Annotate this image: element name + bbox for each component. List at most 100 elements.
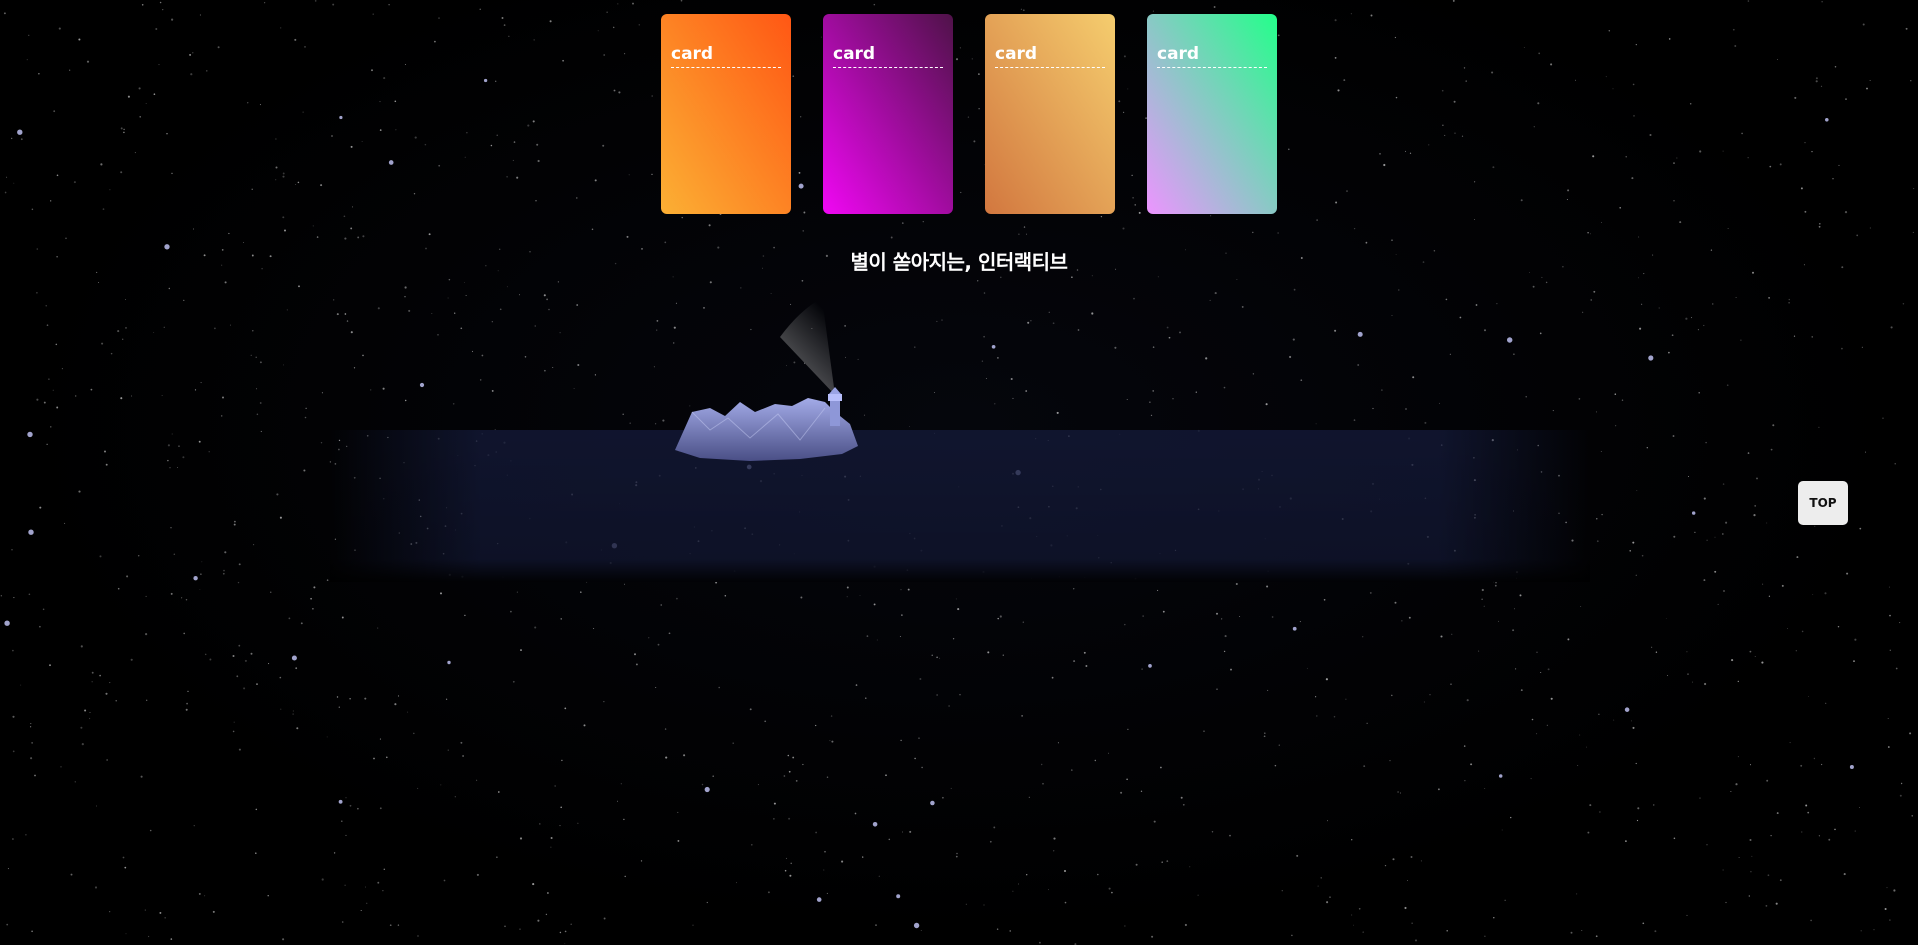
star	[36, 291, 38, 294]
star	[233, 721, 235, 723]
star	[547, 892, 549, 894]
star	[1334, 56, 1337, 59]
star	[1501, 829, 1503, 831]
star	[1023, 226, 1026, 228]
star	[1688, 476, 1689, 477]
star	[1865, 451, 1866, 453]
star	[1343, 79, 1346, 82]
star	[438, 164, 441, 167]
star	[105, 463, 108, 466]
star	[668, 632, 671, 635]
star	[1111, 891, 1113, 894]
star	[117, 330, 120, 333]
star	[1599, 811, 1601, 813]
star	[1126, 778, 1128, 781]
star	[304, 416, 307, 419]
star	[1722, 150, 1724, 152]
star	[955, 598, 957, 600]
star	[709, 281, 712, 284]
star	[39, 625, 41, 628]
card-4[interactable]: card	[1147, 14, 1277, 214]
star	[190, 73, 193, 76]
card-2[interactable]: card	[823, 14, 953, 214]
star	[1404, 906, 1407, 910]
star	[386, 756, 388, 759]
star	[532, 883, 535, 886]
star	[237, 581, 240, 584]
star	[1236, 279, 1238, 280]
star	[1182, 803, 1185, 806]
star	[25, 833, 27, 836]
star	[1624, 707, 1630, 712]
star	[580, 591, 582, 593]
star	[158, 64, 160, 66]
star	[918, 737, 920, 739]
star	[69, 69, 71, 71]
star	[1841, 347, 1843, 350]
star	[1913, 188, 1915, 190]
star	[1108, 887, 1111, 890]
star	[1899, 794, 1902, 797]
star	[899, 635, 901, 638]
star	[561, 759, 563, 762]
star	[350, 145, 353, 148]
star	[816, 897, 822, 902]
star	[1389, 760, 1391, 762]
star	[1022, 621, 1024, 623]
star	[740, 287, 742, 289]
star	[206, 70, 208, 72]
star	[676, 597, 678, 600]
star	[1135, 863, 1138, 866]
star	[591, 228, 594, 231]
star	[338, 706, 340, 708]
star	[562, 59, 564, 62]
star	[527, 124, 530, 127]
star	[634, 653, 636, 656]
card-1[interactable]: card	[661, 14, 791, 214]
star	[545, 913, 548, 916]
star	[326, 579, 329, 581]
star	[39, 506, 42, 509]
star	[1818, 835, 1821, 837]
star	[282, 175, 285, 178]
star	[1483, 605, 1485, 607]
star	[20, 138, 23, 141]
star	[1703, 497, 1706, 500]
star	[1180, 796, 1183, 799]
star	[146, 699, 148, 701]
star	[1722, 869, 1724, 871]
star	[1820, 85, 1823, 87]
star	[876, 639, 878, 641]
star	[1768, 595, 1771, 597]
star	[1574, 79, 1577, 81]
star	[872, 822, 878, 827]
star	[1818, 426, 1820, 429]
star	[379, 738, 381, 740]
star	[1532, 285, 1535, 288]
star	[1592, 155, 1595, 158]
star	[950, 787, 952, 789]
star	[802, 230, 804, 232]
star	[557, 281, 560, 283]
star	[996, 928, 999, 930]
star	[280, 708, 282, 710]
star	[255, 356, 257, 359]
star	[1717, 603, 1719, 605]
lighthouse-beam	[780, 298, 835, 395]
star	[204, 653, 207, 656]
star	[1730, 791, 1732, 792]
star	[1288, 148, 1290, 151]
star	[1351, 914, 1353, 916]
star	[1723, 590, 1725, 592]
star	[177, 467, 179, 469]
star	[800, 596, 803, 599]
scroll-to-top-button[interactable]: TOP	[1798, 481, 1848, 525]
star	[1281, 890, 1283, 892]
star	[718, 686, 720, 689]
star	[1577, 765, 1579, 767]
star	[692, 924, 694, 926]
card-3[interactable]: card	[985, 14, 1115, 214]
star	[145, 102, 147, 105]
star	[300, 622, 303, 625]
star	[1353, 924, 1354, 926]
